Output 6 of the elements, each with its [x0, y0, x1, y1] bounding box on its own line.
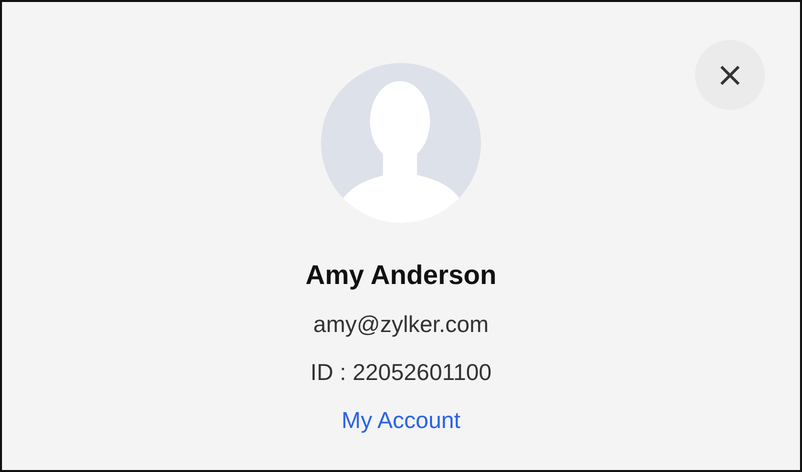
close-button[interactable]: ×	[695, 40, 765, 110]
user-name: Amy Anderson	[305, 259, 497, 291]
user-id: ID : 22052601100	[310, 358, 492, 387]
user-email: amy@zylker.com	[313, 310, 489, 339]
avatar-icon	[321, 63, 481, 223]
my-account-link[interactable]: My Account	[342, 405, 460, 435]
